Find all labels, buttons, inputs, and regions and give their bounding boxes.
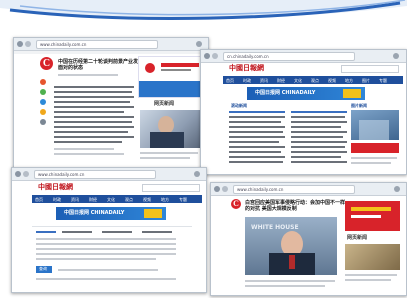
- news-photo[interactable]: [140, 110, 200, 148]
- nav-item[interactable]: 视频: [328, 78, 336, 84]
- nav-item[interactable]: 财经: [277, 78, 285, 84]
- nav-item[interactable]: 资讯: [71, 197, 79, 203]
- nav-item[interactable]: 地方: [161, 197, 169, 203]
- address-bar[interactable]: www.chinadaily.com.cn: [233, 185, 355, 194]
- nav-item[interactable]: 时政: [243, 78, 251, 84]
- nav-item[interactable]: 观点: [125, 197, 133, 203]
- nav-item[interactable]: 视频: [143, 197, 151, 203]
- nav-item[interactable]: 图片: [362, 78, 370, 84]
- url-text: www.chinadaily.com.cn: [40, 42, 87, 47]
- article-headline: 白宫回应美国军事侵略行动：会加中国不一样的对抗 美国大规模反制: [245, 200, 346, 212]
- main-nav: 首页 时政 资讯 财经 文化 观点 视频 地方 专题: [32, 195, 202, 203]
- share-wechat-icon[interactable]: [40, 89, 46, 95]
- address-bar[interactable]: www.chinadaily.com.cn: [34, 170, 156, 179]
- nav-item[interactable]: 专题: [179, 197, 187, 203]
- nav-item[interactable]: 地方: [345, 78, 353, 84]
- menu-icon[interactable]: [194, 171, 200, 177]
- news-photo[interactable]: [351, 110, 399, 140]
- browser-toolbar: www.chinadaily.com.cn: [211, 183, 406, 196]
- search-input[interactable]: [142, 184, 200, 192]
- browser-toolbar: www.chinadaily.com.cn: [14, 38, 208, 51]
- site-logo[interactable]: C: [231, 199, 241, 209]
- section-right-title: 图片新闻: [351, 103, 367, 108]
- nav-item[interactable]: 时政: [53, 197, 61, 203]
- section-title: 网页新闻: [347, 235, 368, 241]
- browser-toolbar: www.chinadaily.com.cn: [12, 168, 206, 181]
- section-title: 网页新闻: [154, 101, 175, 107]
- nav-item[interactable]: 财经: [89, 197, 97, 203]
- search-input[interactable]: [341, 65, 399, 73]
- ad-banner[interactable]: 中国日报网 CHINADAILY: [247, 87, 365, 100]
- nav-item[interactable]: 文化: [294, 78, 302, 84]
- screenshot-homepage-bottom-left: www.chinadaily.com.cn 中國日報網 首页 时政 资讯 财经 …: [11, 167, 207, 293]
- share-weibo-icon[interactable]: [40, 79, 46, 85]
- ad-banner[interactable]: 中国日报网 CHINADAILY: [56, 207, 166, 220]
- ad-banner-text: 中国日报网 CHINADAILY: [64, 210, 125, 216]
- forward-icon[interactable]: [222, 186, 228, 192]
- browser-toolbar: cn.chinadaily.com.cn: [201, 50, 406, 63]
- nav-item[interactable]: 首页: [35, 197, 43, 203]
- site-logo[interactable]: C: [40, 57, 53, 70]
- ad-side[interactable]: [345, 201, 400, 231]
- main-nav: 首页 时政 资讯 财经 文化 观点 视频 地方 图片 专题: [223, 76, 403, 84]
- nav-item[interactable]: 文化: [107, 197, 115, 203]
- nav-item[interactable]: 资讯: [260, 78, 268, 84]
- site-name[interactable]: 中國日報網: [229, 65, 264, 72]
- query-button[interactable]: 查询: [36, 266, 52, 273]
- ad-banner-text: 中国日报网 CHINADAILY: [255, 90, 316, 96]
- back-icon[interactable]: [15, 171, 21, 177]
- share-link-icon[interactable]: [40, 109, 46, 115]
- forward-icon[interactable]: [25, 41, 31, 47]
- back-icon[interactable]: [214, 186, 220, 192]
- ad-side[interactable]: [351, 143, 399, 153]
- share-more-icon[interactable]: [40, 119, 46, 125]
- news-photo[interactable]: WHITE HOUSE: [245, 217, 337, 275]
- screenshot-article-bottom-right: www.chinadaily.com.cn C 白宫回应美国军事侵略行动：会加中…: [210, 182, 407, 296]
- url-text: www.chinadaily.com.cn: [237, 187, 284, 192]
- side-photo[interactable]: [345, 244, 400, 270]
- nav-item[interactable]: 首页: [226, 78, 234, 84]
- menu-icon[interactable]: [196, 41, 202, 47]
- url-text: cn.chinadaily.com.cn: [227, 54, 269, 59]
- back-icon[interactable]: [204, 53, 210, 59]
- query-button-label: 查询: [39, 266, 47, 271]
- url-text: www.chinadaily.com.cn: [38, 172, 85, 177]
- nav-item[interactable]: 专题: [379, 78, 387, 84]
- address-bar[interactable]: cn.chinadaily.com.cn: [223, 52, 355, 61]
- screenshot-homepage-top-right: cn.chinadaily.com.cn 中國日報網 首页 时政 资讯 财经 文…: [200, 49, 407, 175]
- forward-icon[interactable]: [23, 171, 29, 177]
- menu-icon[interactable]: [394, 186, 400, 192]
- forward-icon[interactable]: [212, 53, 218, 59]
- site-name[interactable]: 中國日報網: [38, 184, 73, 191]
- section-left-title: 滚动新闻: [231, 103, 247, 108]
- back-icon[interactable]: [17, 41, 23, 47]
- ad-banner-right[interactable]: [138, 56, 204, 98]
- decorative-swoosh: [0, 0, 407, 20]
- menu-icon[interactable]: [393, 53, 399, 59]
- screenshot-article-top-left: www.chinadaily.com.cn C 中国在历经第二十轮谈判前景产业发…: [13, 37, 209, 171]
- nav-item[interactable]: 观点: [311, 78, 319, 84]
- share-qq-icon[interactable]: [40, 99, 46, 105]
- address-bar[interactable]: www.chinadaily.com.cn: [36, 40, 158, 49]
